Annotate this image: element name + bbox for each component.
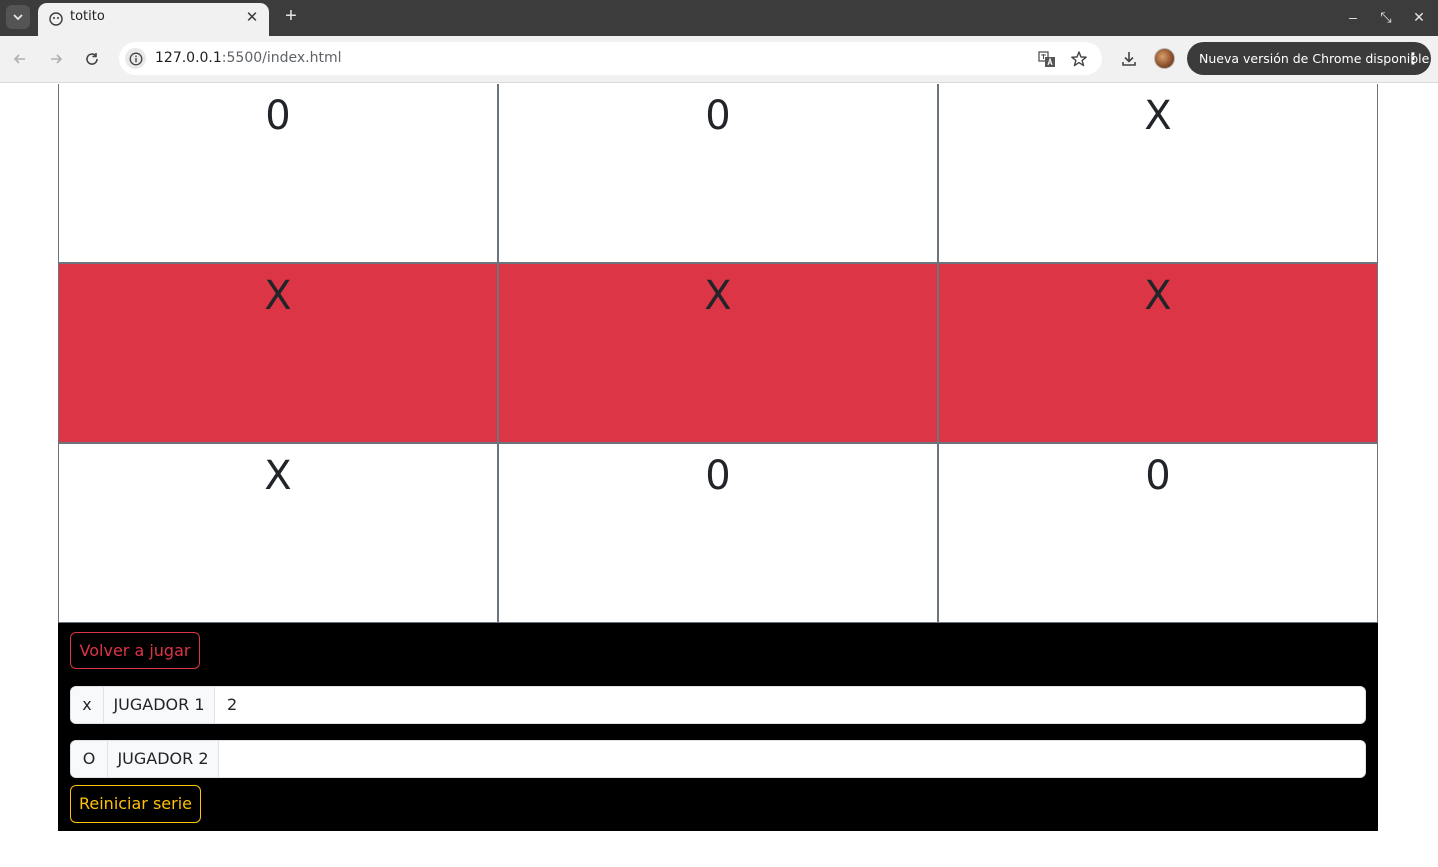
chevron-down-icon (13, 14, 23, 21)
more-vert-icon[interactable]: ⋮ (1405, 42, 1421, 75)
translate-icon (1038, 51, 1055, 67)
star-icon (1071, 51, 1087, 67)
downloads-button[interactable] (1117, 47, 1141, 71)
tab-active[interactable]: totito ✕ (38, 3, 269, 36)
restore-button[interactable]: ⤡ (1375, 7, 1397, 27)
close-window-button[interactable]: ✕ (1408, 7, 1430, 27)
url-host: 127.0.0.1 (155, 50, 222, 66)
arrow-right-icon (51, 54, 63, 64)
game-board: 0 0 X X X X X 0 0 (58, 84, 1378, 623)
back-button[interactable] (8, 47, 32, 71)
browser-tabstrip: totito ✕ + – ⤡ ✕ (0, 0, 1438, 36)
bookmark-button[interactable] (1069, 49, 1089, 69)
player-2-score-input[interactable] (219, 741, 1365, 777)
player-1-name: JUGADOR 1 (104, 687, 215, 723)
play-again-button[interactable]: Volver a jugar (70, 632, 200, 669)
minimize-button[interactable]: – (1342, 7, 1364, 27)
page-viewport: 0 0 X X X X X 0 0 Volver a jugar x JUGAD… (0, 84, 1438, 867)
board-cell[interactable]: 0 (498, 443, 938, 623)
new-tab-button[interactable]: + (280, 6, 302, 28)
info-icon (129, 52, 142, 65)
player-1-score-input[interactable] (215, 687, 1365, 723)
globe-icon (49, 12, 63, 26)
board-cell[interactable]: X (498, 263, 938, 443)
board-cell[interactable]: X (938, 263, 1378, 443)
board-cell[interactable]: 0 (58, 84, 498, 263)
player-1-symbol: x (71, 687, 104, 723)
translate-button[interactable] (1037, 49, 1057, 69)
tab-close-icon[interactable]: ✕ (244, 10, 260, 26)
tab-title: totito (70, 9, 105, 24)
board-cell[interactable]: X (58, 263, 498, 443)
download-icon (1122, 52, 1136, 66)
control-panel: Volver a jugar x JUGADOR 1 O JUGADOR 2 R… (58, 623, 1378, 831)
forward-button[interactable] (44, 47, 68, 71)
reload-icon (86, 53, 98, 65)
url-path: :5500/index.html (221, 50, 342, 66)
board-cell[interactable]: X (938, 84, 1378, 263)
reload-button[interactable] (80, 47, 104, 71)
board-cell[interactable]: 0 (938, 443, 1378, 623)
browser-toolbar: 127.0.0.1:5500/index.html Nueva versión … (0, 36, 1438, 83)
arrow-left-icon (13, 54, 25, 64)
board-cell[interactable]: 0 (498, 84, 938, 263)
url-text: 127.0.0.1:5500/index.html (155, 50, 342, 67)
player-1-score-group: x JUGADOR 1 (70, 686, 1366, 724)
update-label: Nueva versión de Chrome disponible (1199, 51, 1430, 66)
reset-series-button[interactable]: Reiniciar serie (70, 785, 201, 823)
site-info-button[interactable] (125, 48, 146, 69)
address-bar[interactable]: 127.0.0.1:5500/index.html (119, 42, 1102, 75)
tab-search-button[interactable] (6, 5, 30, 29)
player-2-symbol: O (71, 741, 108, 777)
profile-avatar[interactable] (1154, 48, 1175, 69)
board-cell[interactable]: X (58, 443, 498, 623)
player-2-name: JUGADOR 2 (108, 741, 219, 777)
chrome-update-button[interactable]: Nueva versión de Chrome disponible ⋮ (1187, 42, 1431, 75)
player-2-score-group: O JUGADOR 2 (70, 740, 1366, 778)
